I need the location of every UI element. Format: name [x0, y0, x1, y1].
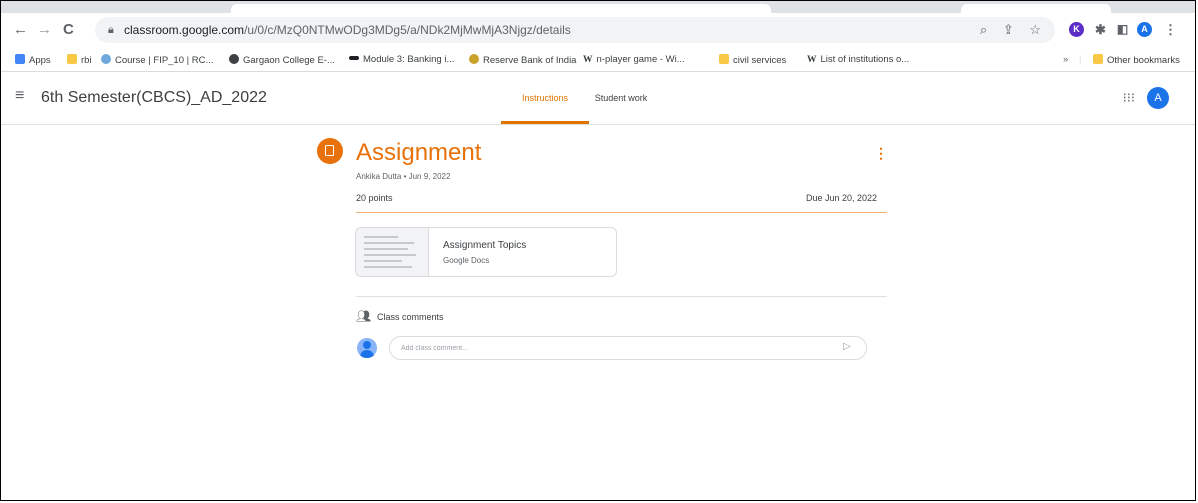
- url-host: classroom.google.com: [124, 23, 245, 37]
- section-divider: [356, 296, 887, 297]
- bookmark-label: Gargaon College E-...: [243, 55, 335, 66]
- browser-toolbar: ← → C 🔒︎ classroom.google.com/u/0/c/MzQ0…: [1, 13, 1195, 49]
- attachment-title: Assignment Topics: [443, 240, 527, 251]
- bookmarks-separator: |: [1079, 54, 1082, 65]
- apps-grid-icon[interactable]: ⁝⁝⁝: [1123, 90, 1135, 106]
- assignment-meta: Ankika Dutta • Jun 9, 2022: [356, 172, 451, 181]
- site-icon: [349, 56, 359, 60]
- attachment-type: Google Docs: [443, 256, 490, 265]
- bookmark-gargaon[interactable]: Gargaon College E-...: [229, 54, 335, 66]
- bookmarks-overflow-button[interactable]: »: [1063, 54, 1068, 65]
- browser-menu-icon[interactable]: ⋮: [1163, 22, 1178, 37]
- bookmark-apps[interactable]: Apps: [15, 54, 51, 66]
- tab-instructions[interactable]: Instructions: [501, 72, 589, 124]
- attachment-card[interactable]: Assignment Topics Google Docs: [355, 227, 617, 277]
- globe-icon: [229, 54, 239, 64]
- bookmark-label: Module 3: Banking i...: [363, 54, 455, 65]
- search-icon[interactable]: ⌕: [980, 22, 987, 37]
- apps-grid-icon: [15, 54, 25, 64]
- bookmark-wiki-nplayer[interactable]: Wn-player game - Wi...: [583, 54, 685, 65]
- browser-window: ← → C 🔒︎ classroom.google.com/u/0/c/MzQ0…: [0, 0, 1196, 501]
- classroom-header: ≡ 6th Semester(CBCS)_AD_2022 Instruction…: [1, 72, 1195, 125]
- send-icon[interactable]: ▷: [843, 341, 851, 352]
- bookmark-civil-services[interactable]: civil services: [719, 54, 786, 66]
- back-button[interactable]: ←: [13, 22, 28, 38]
- account-avatar[interactable]: A: [1147, 87, 1169, 109]
- bookmark-wiki-list[interactable]: W List of institutions o...: [807, 54, 909, 65]
- bookmark-label: Other bookmarks: [1107, 55, 1180, 66]
- address-bar[interactable]: 🔒︎ classroom.google.com/u/0/c/MzQ0NTMwOD…: [95, 17, 1055, 43]
- url-text: classroom.google.com/u/0/c/MzQ0NTMwODg3M…: [124, 23, 571, 37]
- wikipedia-icon: W: [583, 55, 593, 65]
- header-divider: [356, 212, 887, 213]
- class-comments-label: Class comments: [377, 312, 444, 322]
- folder-icon: [1093, 54, 1103, 64]
- share-icon[interactable]: ⇪: [1003, 22, 1014, 37]
- menu-icon[interactable]: ≡: [15, 87, 24, 105]
- bookmark-label: Reserve Bank of India: [483, 55, 577, 66]
- assignment-due-date: Due Jun 20, 2022: [806, 193, 878, 203]
- bookmark-rbi[interactable]: rbi: [67, 54, 92, 66]
- folder-icon: [67, 54, 77, 64]
- bookmark-label: Course | FIP_10 | RC...: [115, 55, 214, 66]
- extension-icon[interactable]: K: [1069, 22, 1084, 37]
- class-title[interactable]: 6th Semester(CBCS)_AD_2022: [41, 89, 267, 107]
- folder-icon: [719, 54, 729, 64]
- bookmark-label: Apps: [29, 55, 51, 66]
- tab-strip: [1, 1, 1195, 13]
- wikipedia-icon: W: [807, 55, 817, 65]
- url-path: /u/0/c/MzQ0NTMwODg3MDg5/a/NDk2MjMwMjA3Nj…: [244, 23, 571, 37]
- user-avatar: [357, 338, 377, 358]
- bookmark-label: List of institutions o...: [820, 54, 910, 65]
- class-comment-input[interactable]: [389, 336, 867, 360]
- assignment-icon: [317, 138, 343, 164]
- assignment-title: Assignment: [356, 139, 482, 166]
- lock-icon: 🔒︎: [108, 24, 114, 36]
- document-thumbnail: [356, 228, 429, 276]
- bookmark-course[interactable]: Course | FIP_10 | RC...: [101, 54, 213, 66]
- bookmark-label: rbi: [81, 55, 92, 66]
- browser-tab[interactable]: [961, 4, 1111, 13]
- more-options-icon[interactable]: ⋮: [874, 145, 888, 162]
- bookmark-module3[interactable]: Module 3: Banking i...: [349, 54, 454, 65]
- reload-button[interactable]: C: [63, 22, 74, 38]
- star-icon[interactable]: ☆: [1029, 22, 1041, 37]
- forward-button[interactable]: →: [37, 22, 52, 38]
- bookmark-rbi-site[interactable]: Reserve Bank of India: [469, 54, 576, 66]
- bookmarks-bar: Apps rbi Course | FIP_10 | RC... Gargaon…: [1, 49, 1195, 72]
- side-panel-icon[interactable]: ◧: [1115, 22, 1130, 37]
- address-bar-actions: ⌕ ⇪ ☆: [968, 22, 1041, 38]
- people-icon: 👥︎: [356, 309, 372, 323]
- bookmark-label: civil services: [733, 55, 787, 66]
- bookmark-label: n-player game - Wi...: [596, 54, 685, 65]
- assignment-points: 20 points: [356, 193, 393, 203]
- profile-avatar[interactable]: A: [1137, 22, 1152, 37]
- bookmark-other[interactable]: Other bookmarks: [1093, 54, 1180, 66]
- tab-student-work[interactable]: Student work: [591, 72, 651, 124]
- extensions-puzzle-icon[interactable]: ✱: [1093, 22, 1108, 37]
- rbi-emblem-icon: [469, 54, 479, 64]
- globe-icon: [101, 54, 111, 64]
- browser-tab-active[interactable]: [231, 4, 771, 13]
